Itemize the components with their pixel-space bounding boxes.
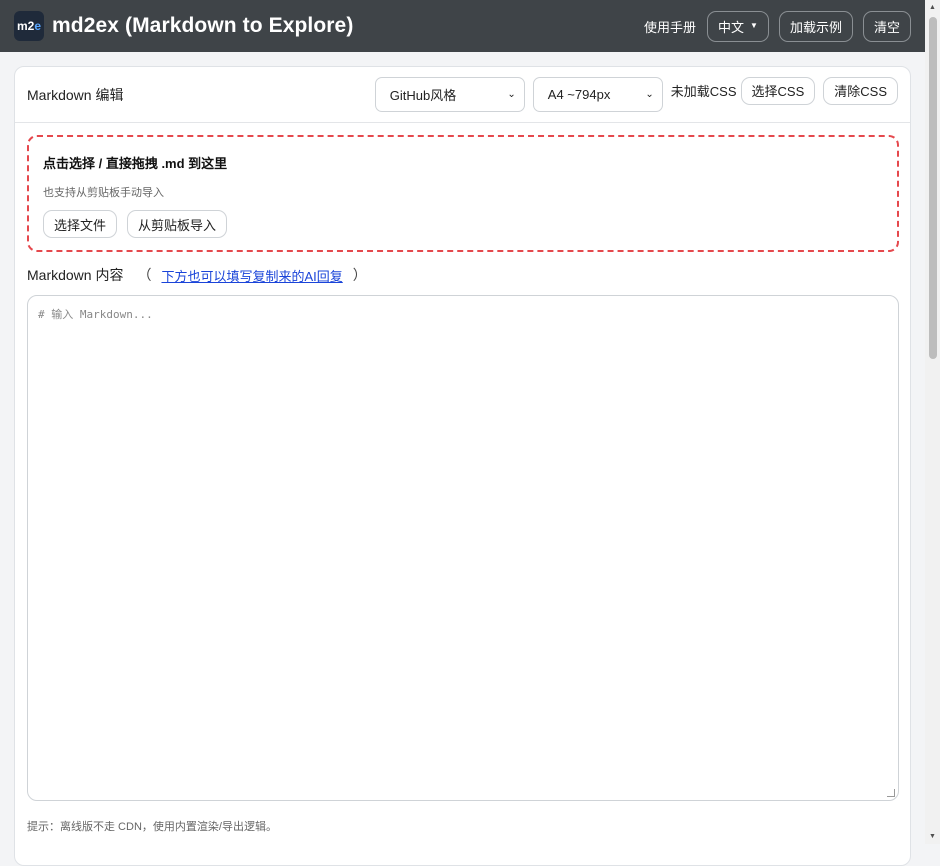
style-select[interactable]: GitHub风格 ⌄ [374,77,525,112]
offline-hint: 提示：离线版不走 CDN，使用内置渲染/导出逻辑。 [27,821,277,833]
textarea-placeholder: # 输入 Markdown... [38,308,153,321]
dropzone-subtitle: 也支持从剪贴板手动导入 [43,187,164,199]
paren-close: ） [352,267,367,283]
editor-card: Markdown 编辑 GitHub风格 ⌄ A4 ~794px ⌄ 未加载CS… [14,66,911,866]
scroll-thumb[interactable] [929,17,937,359]
top-actions: 使用手册 中文 ▼ 加载示例 清空 [644,10,911,42]
scroll-down-icon[interactable]: ▼ [925,829,940,844]
editor-controls: GitHub风格 ⌄ A4 ~794px ⌄ 未加载CSS 选择CSS 清除CS… [374,76,898,112]
resize-handle-icon[interactable] [887,789,895,797]
dropzone-actions: 选择文件 从剪贴板导入 [43,210,883,238]
chevron-down-icon: ⌄ [507,89,516,100]
paren-open: （ [137,267,152,283]
logo-text-accent: e [34,19,42,33]
file-dropzone[interactable]: 点击选择 / 直接拖拽 .md 到这里 也支持从剪贴板手动导入 选择文件 从剪贴… [27,135,899,252]
chevron-down-icon: ⌄ [645,89,654,100]
paper-size-value: A4 ~794px [547,87,611,102]
load-example-button[interactable]: 加载示例 [778,10,853,42]
css-status: 未加载CSS [670,84,737,99]
editor-card-header: Markdown 编辑 GitHub风格 ⌄ A4 ~794px ⌄ 未加载CS… [15,67,910,123]
choose-file-button[interactable]: 选择文件 [43,210,118,238]
dropzone-title: 点击选择 / 直接拖拽 .md 到这里 [43,156,228,171]
caret-down-icon: ▼ [750,21,758,30]
content-label: Markdown 内容 [27,267,124,283]
import-clipboard-button[interactable]: 从剪贴板导入 [127,210,228,238]
style-select-value: GitHub风格 [389,88,457,103]
top-bar: m2 e md2ex (Markdown to Explore) 使用手册 中文 … [0,0,925,52]
editor-card-title: Markdown 编辑 [27,86,124,103]
content-label-row: Markdown 内容 （ 下方也可以填写复制来的AI回复 ） [27,265,367,285]
ai-reply-link[interactable]: 下方也可以填写复制来的AI回复 [161,266,342,285]
clear-css-button[interactable]: 清除CSS [823,76,898,105]
language-dropdown[interactable]: 中文 ▼ [707,10,769,42]
vertical-scrollbar[interactable]: ▲ ▼ [925,0,940,844]
choose-css-button[interactable]: 选择CSS [740,76,816,105]
markdown-textarea[interactable]: # 输入 Markdown... [27,295,899,801]
manual-link[interactable]: 使用手册 [644,17,696,36]
app-logo-icon: m2 e [14,11,44,41]
language-label: 中文 [718,19,745,35]
logo-text: m2 [16,19,35,33]
scroll-up-icon[interactable]: ▲ [925,0,940,15]
paper-size-select[interactable]: A4 ~794px ⌄ [532,77,663,112]
clear-button[interactable]: 清空 [862,10,911,42]
app-title: md2ex (Markdown to Explore) [52,14,354,37]
